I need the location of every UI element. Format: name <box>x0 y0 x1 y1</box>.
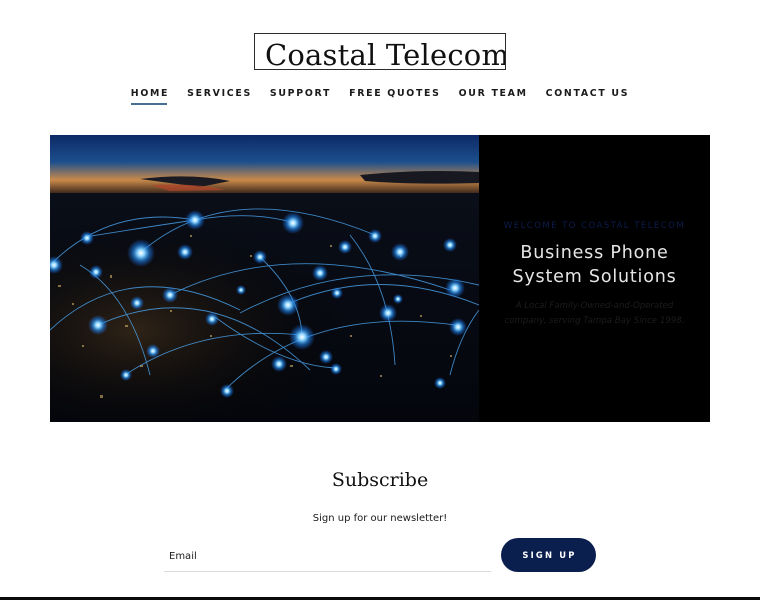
hero-image <box>50 135 479 422</box>
hero-banner: WELCOME TO COASTAL TELECOM Business Phon… <box>50 135 710 422</box>
nav-support[interactable]: SUPPORT <box>270 88 331 105</box>
sign-up-button[interactable]: SIGN UP <box>501 538 596 572</box>
hero-kicker: WELCOME TO COASTAL TELECOM <box>503 221 686 231</box>
hero-text-panel: WELCOME TO COASTAL TELECOM Business Phon… <box>479 135 710 422</box>
nav-contact-us[interactable]: CONTACT US <box>546 88 630 105</box>
email-field[interactable] <box>164 541 491 572</box>
site-logo[interactable]: Coastal Telecom <box>254 33 506 70</box>
city-network-illustration <box>50 135 479 422</box>
subscribe-subtitle: Sign up for our newsletter! <box>312 513 448 524</box>
hero-tagline: A Local Family-Owned-and-Operated compan… <box>479 299 710 328</box>
sky <box>50 135 479 195</box>
hero-headline-line1: Business Phone <box>520 243 669 263</box>
hero-headline-line2: System Solutions <box>512 267 677 287</box>
nav-free-quotes[interactable]: FREE QUOTES <box>349 88 441 105</box>
nav-our-team[interactable]: OUR TEAM <box>459 88 528 105</box>
subscribe-title: Subscribe <box>331 469 429 491</box>
nav-services[interactable]: SERVICES <box>187 88 252 105</box>
hero-tagline-line1: A Local Family-Owned-and-Operated <box>515 301 674 311</box>
nav-home[interactable]: HOME <box>130 88 169 105</box>
hero-headline: Business Phone System Solutions <box>479 241 710 289</box>
hero-tagline-line2: company, serving Tampa Bay Since 1998. <box>504 315 685 326</box>
logo-container: Coastal Telecom <box>0 33 760 74</box>
main-nav: HOME SERVICES SUPPORT FREE QUOTES OUR TE… <box>0 88 760 105</box>
